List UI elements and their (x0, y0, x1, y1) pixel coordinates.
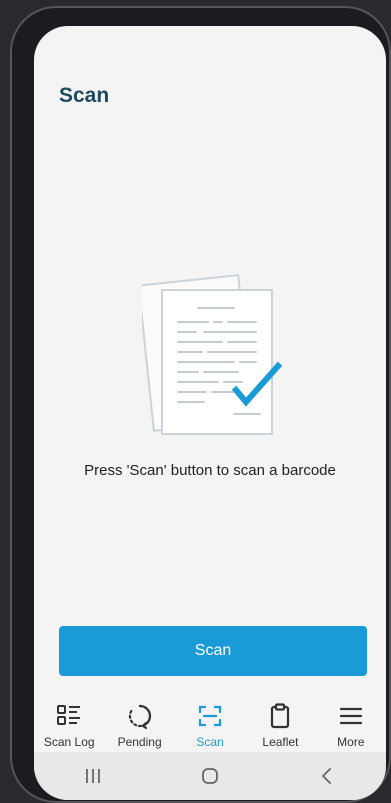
app-screen: Scan Press 'Scan' button to scan a barco… (34, 26, 386, 800)
nav-label-scan: Scan (196, 735, 224, 749)
menu-icon (339, 707, 362, 725)
recent-apps-icon (85, 769, 100, 783)
nav-label-scan-log: Scan Log (43, 735, 95, 749)
nav-item-scan-log[interactable]: Scan Log (34, 696, 104, 750)
recent-apps-button[interactable] (63, 756, 123, 796)
system-navigation-bar (34, 752, 386, 800)
pending-icon (128, 704, 151, 730)
scan-button[interactable]: Scan (59, 626, 367, 676)
home-button[interactable] (180, 756, 240, 796)
nav-label-leaflet: Leaflet (262, 735, 299, 749)
scan-frame-icon (198, 705, 222, 727)
home-icon (202, 768, 218, 784)
nav-label-pending: Pending (117, 735, 162, 749)
bottom-navigation: Scan Log Pending Scan Leaflet More (34, 696, 386, 750)
document-checkmark-icon (142, 274, 282, 435)
phone-frame: Scan Press 'Scan' button to scan a barco… (10, 6, 391, 803)
scan-log-icon (57, 705, 81, 725)
scan-button-label: Scan (194, 642, 232, 659)
back-button[interactable] (297, 756, 357, 796)
nav-label-more: More (337, 735, 365, 749)
status-bar (34, 26, 386, 54)
nav-item-leaflet[interactable]: Leaflet (245, 696, 315, 750)
back-icon (322, 768, 332, 784)
nav-item-more[interactable]: More (316, 696, 386, 750)
nav-item-pending[interactable]: Pending (104, 696, 174, 750)
page-title: Scan (59, 84, 110, 107)
clipboard-icon (271, 703, 290, 729)
nav-item-scan[interactable]: Scan (175, 696, 245, 750)
scan-hint-text: Press 'Scan' button to scan a barcode (84, 462, 336, 479)
